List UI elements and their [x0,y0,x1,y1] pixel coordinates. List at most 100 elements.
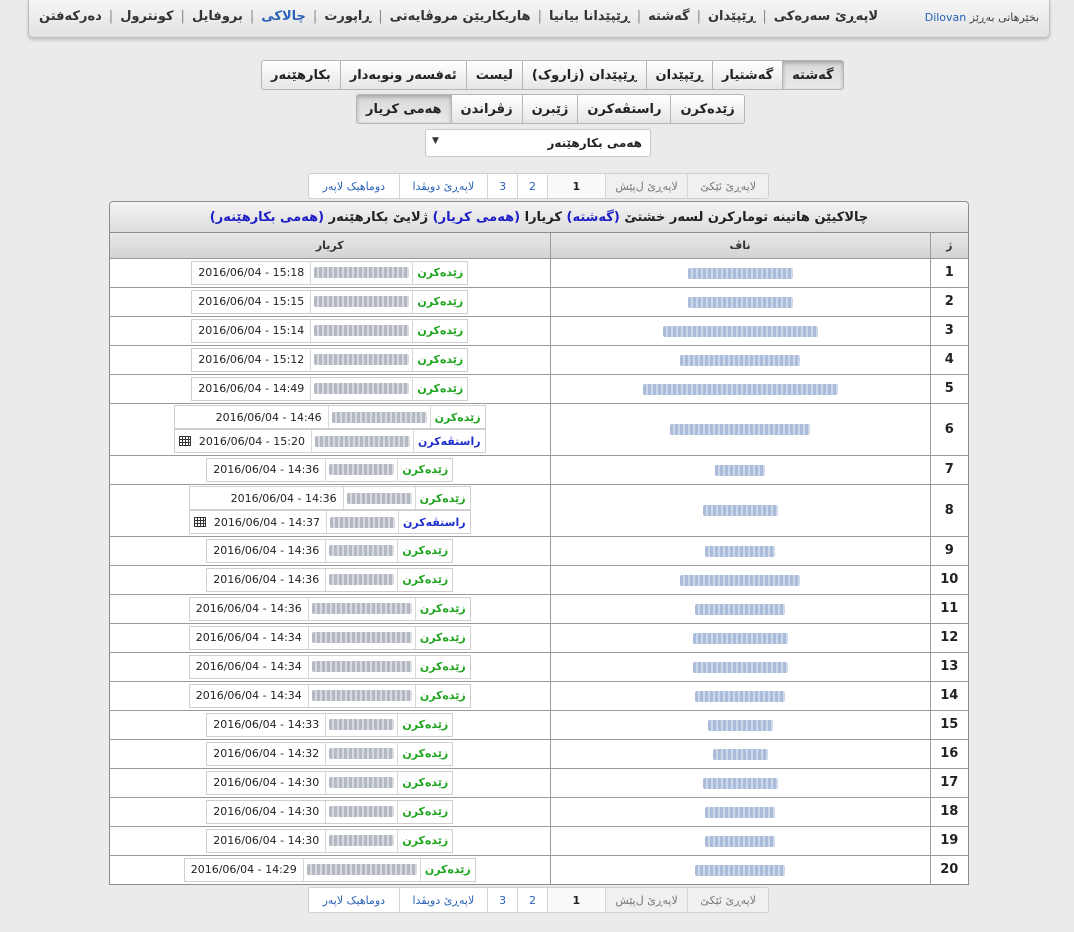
add-action-link[interactable]: زێدەکرن [397,458,452,481]
title-part: ژلایێ بکارهێنەر [328,209,429,225]
row-name [549,373,931,404]
redacted-name [695,690,785,702]
add-action-link[interactable]: زێدەکرن [397,771,452,794]
action-entry: زێدەکرن 2016/06/04 - 14:30 [206,799,454,824]
table-tab-4[interactable]: لیست [465,60,523,90]
row-actions: زێدەکرن 2016/06/04 - 14:34 [110,680,551,711]
action-datetime: 2016/06/04 - 14:29 [190,863,297,876]
prev-page-link[interactable]: لاپەڕێ ل‌پێش [604,888,688,912]
action-datetime: 2016/06/04 - 14:46 [215,410,322,424]
row-number: 6 [929,402,968,456]
row-actions: زێدەکرن 2016/06/04 - 14:36 [110,535,551,566]
add-action-link[interactable]: زێدەکرن [412,261,467,284]
table-tab-2[interactable]: ڕێپێدان [645,60,713,90]
last-page-link[interactable]: دوماهیک لاپەر [309,888,399,912]
table-row: 3 زێدەکرن 2016/06/04 - 15:14 [110,315,968,346]
first-page-link[interactable]: لاپەڕێ ئێکێ [687,888,768,912]
table-tabs: گەشتە گەشتیار ڕێپێدان ڕێپێدان (زاروک) لیست ئە… [261,60,844,90]
add-action-link[interactable]: زێدەکرن [412,377,467,400]
view-changes-button[interactable] [175,430,193,452]
user-filter-select[interactable]: هەمی بکارهێنەر ▼ [425,129,651,157]
menu-separator: | [180,9,185,24]
action-list: زێدەکرن 2016/06/04 - 14:46 راستڤەکرن 2016/0… [173,405,486,453]
add-action-link[interactable]: زێدەکرن [397,829,452,852]
page-1-link[interactable]: 1 [546,888,605,912]
table-tab-0[interactable]: گەشتە [782,60,844,90]
action-list: زێدەکرن 2016/06/04 - 14:34 [188,654,471,679]
row-number: 1 [929,257,968,288]
nav-item-8[interactable]: کونترول [120,9,173,24]
action-tab-4[interactable]: هەمی کریار [356,94,452,124]
action-user [325,800,397,823]
row-name [549,622,931,653]
add-action-link[interactable]: زێدەکرن [414,626,470,649]
edit-action-link[interactable]: راستڤەکرن [412,430,485,452]
nav-item-9[interactable]: دەرکەفتن [39,9,102,24]
row-name [549,454,931,485]
last-page-link[interactable]: دوماهیک لاپەر [309,174,399,198]
first-page-link[interactable]: لاپەڕێ ئێکێ [687,174,768,198]
nav-item-1[interactable]: ڕێپێدان [708,9,755,24]
prev-page-link[interactable]: لاپەڕێ ل‌پێش [604,174,688,198]
next-page-link[interactable]: لاپەڕێ دویڤدا [398,888,488,912]
add-action-link[interactable]: زێدەکرن [397,800,452,823]
action-tab-3[interactable]: زڤراندن [450,94,523,124]
add-action-link[interactable]: زێدەکرن [414,597,470,620]
nav-item-0[interactable]: لاپەڕێ سەرەکی [774,9,878,24]
column-header-num: ژ [929,233,968,259]
action-user [327,406,430,428]
nav-item-6[interactable]: چالاکی [261,9,306,24]
action-tab-2[interactable]: ژێبرن [521,94,579,124]
table-tab-5[interactable]: ئەفسەر ونوبەدار [339,60,467,90]
table-tab-3[interactable]: ڕێپێدان (زاروک) [521,60,647,90]
table-row: 16 زێدەکرن 2016/06/04 - 14:32 [110,738,968,769]
add-action-link[interactable]: زێدەکرن [397,568,452,591]
table-row: 12 زێدەکرن 2016/06/04 - 14:34 [110,622,968,653]
row-name [549,402,931,456]
page-2-link[interactable]: 2 [517,174,547,198]
page-1-link[interactable]: 1 [546,174,605,198]
action-entry: زێدەکرن 2016/06/04 - 14:34 [188,654,471,679]
row-number: 10 [929,564,968,595]
nav-item-7[interactable]: بروفایل [192,9,243,24]
action-list: زێدەکرن 2016/06/04 - 14:36 [206,457,454,482]
page-2-link[interactable]: 2 [517,888,547,912]
redacted-user [329,464,395,475]
page-3-link[interactable]: 3 [487,888,517,912]
row-number: 19 [929,825,968,856]
add-action-link[interactable]: زێدەکرن [412,348,467,371]
add-action-link[interactable]: زێدەکرن [419,858,475,881]
add-action-link[interactable]: زێدەکرن [397,539,452,562]
username-link[interactable]: Dilovan [925,11,967,24]
redacted-name [687,296,793,308]
action-tab-1[interactable]: راستڤەکرن [577,94,672,124]
add-action-link[interactable]: زێدەکرن [397,742,452,765]
add-action-link[interactable]: زێدەکرن [397,713,452,736]
add-action-link[interactable]: زێدەکرن [412,319,467,342]
table-tab-1[interactable]: گەشتیار [711,60,784,90]
add-action-link[interactable]: زێدەکرن [414,487,470,509]
action-tab-0[interactable]: زێدەکرن [670,94,745,124]
nav-item-4[interactable]: هاریکاریێن مروڤایەتی [390,9,531,24]
page-3-link[interactable]: 3 [487,174,517,198]
title-user-name: (هەمی بکارهێنەر) [209,209,325,225]
redacted-user [329,835,395,846]
add-action-link[interactable]: زێدەکرن [414,684,470,707]
view-changes-button[interactable] [190,511,208,533]
activity-panel: چالاکیێن هاتینە تومارکرن لسەر خشتێ (گەشت… [109,201,969,885]
table-row: 13 زێدەکرن 2016/06/04 - 14:34 [110,651,968,682]
row-actions: زێدەکرن 2016/06/04 - 14:36 [110,593,551,624]
edit-action-link[interactable]: راستڤەکرن [397,511,470,533]
row-name [549,709,931,740]
nav-item-5[interactable]: ڕاپورت [324,9,371,24]
table-tab-6[interactable]: بکارهێنەر [261,60,341,90]
nav-item-2[interactable]: گەشتە [648,9,689,24]
greeting-label: بخێرهاتی بەڕێز [969,11,1039,24]
add-action-link[interactable]: زێدەکرن [414,655,470,678]
add-action-link[interactable]: زێدەکرن [412,290,467,313]
next-page-link[interactable]: لاپەڕێ دویڤدا [398,174,488,198]
row-actions: زێدەکرن 2016/06/04 - 14:49 [110,373,551,404]
row-number: 12 [929,622,968,653]
nav-item-3[interactable]: ڕێپێدانا بیانیا [549,9,630,24]
add-action-link[interactable]: زێدەکرن [429,406,485,428]
